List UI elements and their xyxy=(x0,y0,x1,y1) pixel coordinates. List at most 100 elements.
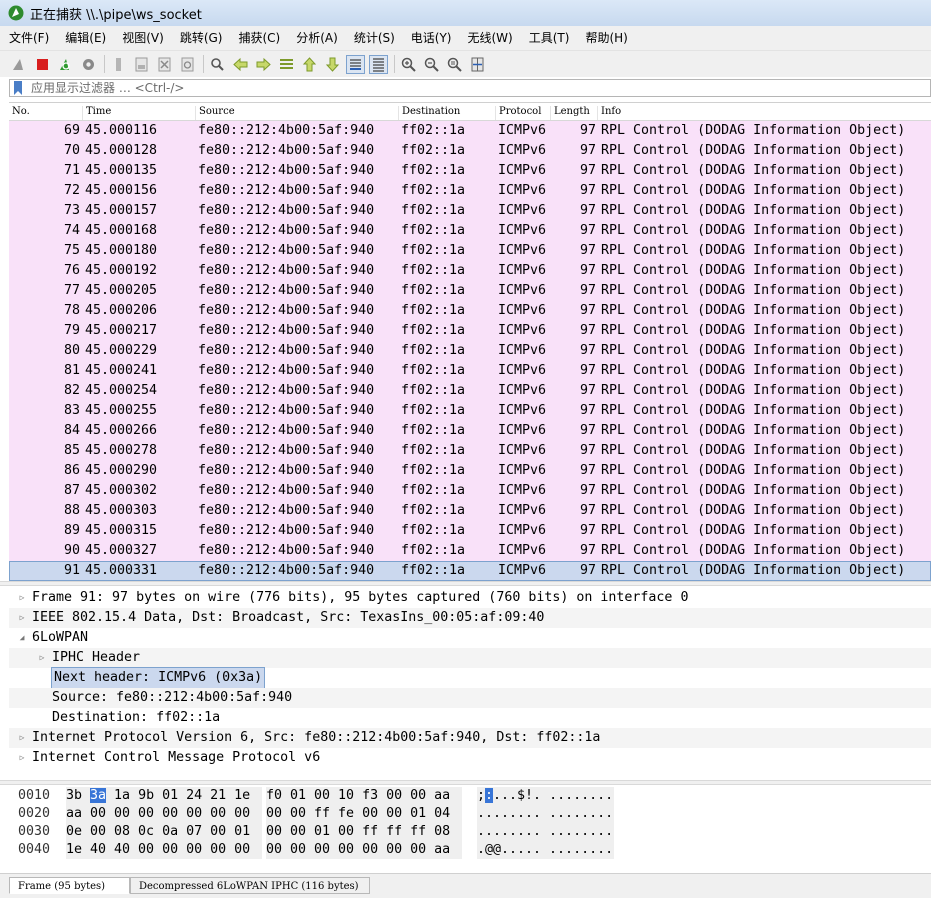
reload-icon[interactable] xyxy=(178,55,197,74)
column-header-info[interactable]: Info xyxy=(598,106,931,120)
restart-capture-icon[interactable] xyxy=(56,55,75,74)
packet-destination: ff02::1a xyxy=(401,123,466,138)
colorize-icon[interactable] xyxy=(369,54,388,74)
packet-no: 69 xyxy=(63,123,80,138)
collapsed-triangle-icon[interactable]: ▷ xyxy=(17,588,27,608)
packet-row[interactable]: 81 45.000241 fe80::212:4b00:5af:940 ff02::1… xyxy=(9,361,931,381)
packet-row[interactable]: 73 45.000157 fe80::212:4b00:5af:940 ff02::1… xyxy=(9,201,931,221)
collapsed-triangle-icon[interactable]: ▷ xyxy=(37,648,47,668)
zoom-out-icon[interactable] xyxy=(422,55,441,74)
pane-splitter[interactable] xyxy=(0,780,931,785)
find-packet-icon[interactable] xyxy=(208,55,227,74)
detail-row[interactable]: ▷ IPHC Header xyxy=(9,648,931,668)
packet-row[interactable]: 89 45.000315 fe80::212:4b00:5af:940 ff02::1… xyxy=(9,521,931,541)
collapsed-triangle-icon[interactable]: ▷ xyxy=(17,748,27,768)
go-forward-icon[interactable] xyxy=(254,55,273,74)
normal-size-icon[interactable] xyxy=(445,55,464,74)
bytes-row[interactable]: 0040 1e 40 40 00 00 00 00 00 00 00 00 00 0… xyxy=(9,841,931,859)
go-last-icon[interactable] xyxy=(323,55,342,74)
menu-capture[interactable]: 捕获(C) xyxy=(229,26,287,50)
bookmark-icon[interactable] xyxy=(13,81,23,95)
menu-file[interactable]: 文件(F) xyxy=(0,26,56,50)
packet-length: 97 xyxy=(579,203,596,218)
auto-scroll-icon[interactable] xyxy=(346,54,365,74)
resize-columns-icon[interactable] xyxy=(468,55,487,74)
menu-tools[interactable]: 工具(T) xyxy=(520,26,577,50)
tab-decompressed-iphc[interactable]: Decompressed 6LoWPAN IPHC (116 bytes) xyxy=(130,877,370,894)
packet-row[interactable]: 88 45.000303 fe80::212:4b00:5af:940 ff02::1… xyxy=(9,501,931,521)
shark-fin-start-icon[interactable] xyxy=(10,55,29,74)
detail-row[interactable]: Destination: ff02::1a xyxy=(9,708,931,728)
close-file-icon[interactable] xyxy=(155,55,174,74)
column-header-no[interactable]: No. xyxy=(9,106,83,120)
expanded-triangle-icon[interactable]: ◢ xyxy=(17,628,27,648)
packet-time: 45.000327 xyxy=(85,543,158,558)
column-header-source[interactable]: Source xyxy=(196,106,399,120)
column-header-time[interactable]: Time xyxy=(83,106,196,120)
capture-options-icon[interactable] xyxy=(79,55,98,74)
packet-row[interactable]: 74 45.000168 fe80::212:4b00:5af:940 ff02::1… xyxy=(9,221,931,241)
menu-view[interactable]: 视图(V) xyxy=(113,26,171,50)
save-file-icon[interactable] xyxy=(132,55,151,74)
packet-row[interactable]: 78 45.000206 fe80::212:4b00:5af:940 ff02::1… xyxy=(9,301,931,321)
packet-length: 97 xyxy=(579,163,596,178)
detail-row[interactable]: ▷ IEEE 802.15.4 Data, Dst: Broadcast, Src… xyxy=(9,608,931,628)
go-back-icon[interactable] xyxy=(231,55,250,74)
packet-row[interactable]: 70 45.000128 fe80::212:4b00:5af:940 ff02::1… xyxy=(9,141,931,161)
menu-go[interactable]: 跳转(G) xyxy=(171,26,230,50)
menu-telephony[interactable]: 电话(Y) xyxy=(402,26,459,50)
bytes-row[interactable]: 0010 3b 3a 1a 9b 01 24 21 1e f0 01 00 10 f… xyxy=(9,787,931,805)
bytes-row[interactable]: 0020 aa 00 00 00 00 00 00 00 00 00 ff fe 0… xyxy=(9,805,931,823)
packet-row-selected[interactable]: 91 45.000331 fe80::212:4b00:5af:940 ff02::1… xyxy=(9,561,931,581)
pane-splitter[interactable] xyxy=(0,581,931,586)
detail-row[interactable]: Source: fe80::212:4b00:5af:940 xyxy=(9,688,931,708)
collapsed-triangle-icon[interactable]: ▷ xyxy=(17,728,27,748)
detail-row[interactable]: ▷ Internet Control Message Protocol v6 xyxy=(9,748,931,768)
packet-source: fe80::212:4b00:5af:940 xyxy=(198,163,375,178)
detail-row-selected[interactable]: Next header: ICMPv6 (0x3a) xyxy=(9,667,931,689)
packet-row[interactable]: 85 45.000278 fe80::212:4b00:5af:940 ff02::1… xyxy=(9,441,931,461)
packet-row[interactable]: 69 45.000116 fe80::212:4b00:5af:940 ff02::1… xyxy=(9,121,931,141)
packet-row[interactable]: 83 45.000255 fe80::212:4b00:5af:940 ff02::1… xyxy=(9,401,931,421)
packet-source: fe80::212:4b00:5af:940 xyxy=(198,203,375,218)
column-header-destination[interactable]: Destination xyxy=(399,106,496,120)
packet-length: 97 xyxy=(579,563,596,578)
packet-row[interactable]: 80 45.000229 fe80::212:4b00:5af:940 ff02::1… xyxy=(9,341,931,361)
packet-row[interactable]: 82 45.000254 fe80::212:4b00:5af:940 ff02::1… xyxy=(9,381,931,401)
detail-row[interactable]: ▷ Internet Protocol Version 6, Src: fe80:… xyxy=(9,728,931,748)
packet-protocol: ICMPv6 xyxy=(498,363,547,378)
menu-statistics[interactable]: 统计(S) xyxy=(345,26,402,50)
go-to-packet-icon[interactable] xyxy=(277,55,296,74)
column-header-protocol[interactable]: Protocol xyxy=(496,106,551,120)
packet-row[interactable]: 76 45.000192 fe80::212:4b00:5af:940 ff02::1… xyxy=(9,261,931,281)
packet-row[interactable]: 84 45.000266 fe80::212:4b00:5af:940 ff02::1… xyxy=(9,421,931,441)
zoom-in-icon[interactable] xyxy=(399,55,418,74)
display-filter-input[interactable] xyxy=(31,81,930,95)
stop-capture-icon[interactable] xyxy=(33,55,52,74)
menu-edit[interactable]: 编辑(E) xyxy=(56,26,113,50)
menu-help[interactable]: 帮助(H) xyxy=(576,26,634,50)
menu-analyze[interactable]: 分析(A) xyxy=(287,26,345,50)
bytes-tab-bar: Frame (95 bytes) Decompressed 6LoWPAN IP… xyxy=(0,873,931,898)
menu-wireless[interactable]: 无线(W) xyxy=(459,26,520,50)
packet-row[interactable]: 79 45.000217 fe80::212:4b00:5af:940 ff02::1… xyxy=(9,321,931,341)
packet-source: fe80::212:4b00:5af:940 xyxy=(198,223,375,238)
packet-row[interactable]: 87 45.000302 fe80::212:4b00:5af:940 ff02::1… xyxy=(9,481,931,501)
packet-row[interactable]: 86 45.000290 fe80::212:4b00:5af:940 ff02::1… xyxy=(9,461,931,481)
packet-row[interactable]: 72 45.000156 fe80::212:4b00:5af:940 ff02::1… xyxy=(9,181,931,201)
menu-bar: 文件(F) 编辑(E) 视图(V) 跳转(G) 捕获(C) 分析(A) 统计(S… xyxy=(0,26,931,51)
packet-row[interactable]: 77 45.000205 fe80::212:4b00:5af:940 ff02::1… xyxy=(9,281,931,301)
packet-row[interactable]: 90 45.000327 fe80::212:4b00:5af:940 ff02::1… xyxy=(9,541,931,561)
packet-protocol: ICMPv6 xyxy=(498,543,547,558)
packet-length: 97 xyxy=(579,483,596,498)
go-first-icon[interactable] xyxy=(300,55,319,74)
column-header-length[interactable]: Length xyxy=(551,106,598,120)
open-file-icon[interactable] xyxy=(109,55,128,74)
bytes-row[interactable]: 0030 0e 00 08 0c 0a 07 00 01 00 00 01 00 f… xyxy=(9,823,931,841)
tab-frame-bytes[interactable]: Frame (95 bytes) xyxy=(9,877,130,894)
collapsed-triangle-icon[interactable]: ▷ xyxy=(17,608,27,628)
packet-row[interactable]: 75 45.000180 fe80::212:4b00:5af:940 ff02::1… xyxy=(9,241,931,261)
detail-row[interactable]: ◢ 6LoWPAN xyxy=(9,628,931,648)
packet-row[interactable]: 71 45.000135 fe80::212:4b00:5af:940 ff02::1… xyxy=(9,161,931,181)
detail-row[interactable]: ▷ Frame 91: 97 bytes on wire (776 bits), … xyxy=(9,588,931,608)
